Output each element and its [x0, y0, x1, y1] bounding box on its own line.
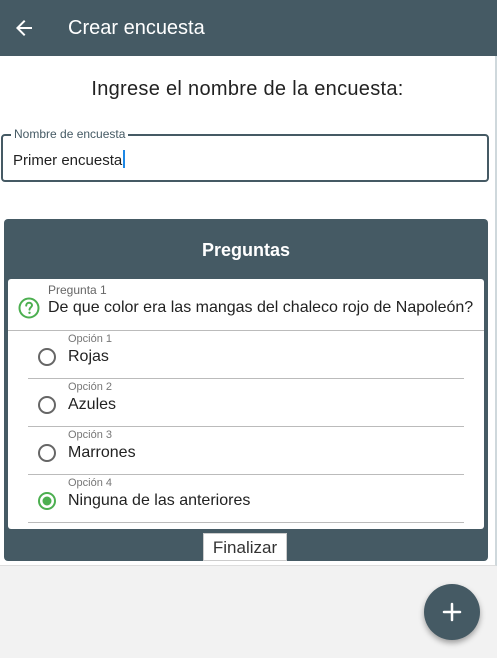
option-label: Opción 1 — [68, 333, 113, 345]
survey-name-prompt: Ingrese el nombre de la encuesta: — [91, 78, 404, 100]
radio-checked-icon[interactable] — [37, 491, 57, 511]
survey-name-label: Nombre de encuesta — [11, 127, 129, 141]
questions-card: Preguntas Pregunta 1 De que color era la… — [4, 219, 488, 561]
option-text[interactable]: Azules — [68, 396, 116, 414]
option-text[interactable]: Rojas — [68, 348, 109, 366]
page-title: Crear encuesta — [68, 17, 205, 39]
survey-name-field[interactable]: Nombre de encuesta Primer encuesta — [1, 127, 489, 182]
arrow-back-icon[interactable] — [12, 16, 36, 40]
option-label: Opción 2 — [68, 381, 113, 393]
divider — [28, 522, 464, 523]
radio-unchecked-icon[interactable] — [37, 395, 57, 415]
finish-button[interactable]: Finalizar — [203, 533, 287, 561]
radio-unchecked-icon[interactable] — [37, 443, 57, 463]
option-row[interactable]: Opción 3 Marrones — [28, 427, 464, 475]
plus-icon — [442, 602, 462, 622]
option-row[interactable]: Opción 4 Ninguna de las anteriores — [28, 475, 464, 523]
option-label: Opción 3 — [68, 429, 113, 441]
option-row[interactable]: Opción 1 Rojas — [28, 331, 464, 379]
question-label: Pregunta 1 — [48, 283, 107, 297]
option-text[interactable]: Marrones — [68, 444, 136, 462]
text-caret — [123, 150, 126, 168]
questions-title: Preguntas — [201, 240, 291, 260]
option-text[interactable]: Ninguna de las anteriores — [68, 492, 250, 510]
main-content: Ingrese el nombre de la encuesta: Nombre… — [0, 56, 497, 566]
radio-unchecked-icon[interactable] — [37, 347, 57, 367]
app-bar: Crear encuesta — [0, 0, 497, 56]
option-label: Opción 4 — [68, 477, 113, 489]
survey-name-input[interactable]: Primer encuesta — [13, 150, 126, 169]
question-text[interactable]: De que color era las mangas del chaleco … — [48, 299, 473, 317]
question-circle-icon — [18, 297, 40, 319]
option-row[interactable]: Opción 2 Azules — [28, 379, 464, 427]
add-question-fab[interactable] — [424, 584, 480, 640]
question-panel: Pregunta 1 De que color era las mangas d… — [8, 279, 484, 529]
